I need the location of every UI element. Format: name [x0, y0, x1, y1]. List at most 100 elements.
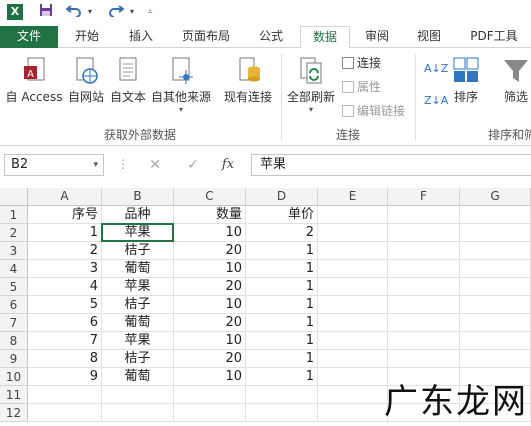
filter-button[interactable]: 筛选	[498, 56, 531, 105]
cell-a12[interactable]	[28, 404, 102, 422]
cell-e3[interactable]	[318, 242, 388, 260]
row-header-11[interactable]: 11	[0, 386, 28, 404]
cell-c9[interactable]: 20	[174, 350, 246, 368]
from-access-button[interactable]: A 自 Access	[4, 56, 64, 105]
column-header-a[interactable]: A	[28, 188, 102, 206]
undo-dropdown-icon[interactable]: ▾	[88, 5, 92, 19]
cell-c2[interactable]: 10	[174, 224, 246, 242]
cell-a8[interactable]: 7	[28, 332, 102, 350]
cell-f4[interactable]	[388, 260, 460, 278]
from-other-sources-button[interactable]: 自其他来源 ▾	[150, 56, 212, 114]
sort-az-button[interactable]: A↓Z	[424, 60, 448, 78]
tab-file[interactable]: 文件	[0, 26, 58, 48]
cell-d11[interactable]	[246, 386, 318, 404]
cell-b5[interactable]: 苹果	[102, 278, 174, 296]
cell-g2[interactable]	[460, 224, 531, 242]
cell-e1[interactable]	[318, 206, 388, 224]
cell-g6[interactable]	[460, 296, 531, 314]
column-header-d[interactable]: D	[246, 188, 318, 206]
sort-za-button[interactable]: Z↓A	[424, 92, 448, 110]
row-header-6[interactable]: 6	[0, 296, 28, 314]
cell-b6[interactable]: 桔子	[102, 296, 174, 314]
cell-g7[interactable]	[460, 314, 531, 332]
cell-e6[interactable]	[318, 296, 388, 314]
cell-a4[interactable]: 3	[28, 260, 102, 278]
cell-f3[interactable]	[388, 242, 460, 260]
cell-e12[interactable]	[318, 404, 388, 422]
cell-d10[interactable]: 1	[246, 368, 318, 386]
row-header-8[interactable]: 8	[0, 332, 28, 350]
cell-b1[interactable]: 品种	[102, 206, 174, 224]
tab-formulas[interactable]: 公式	[246, 26, 296, 48]
cell-e9[interactable]	[318, 350, 388, 368]
row-header-4[interactable]: 4	[0, 260, 28, 278]
column-header-g[interactable]: G	[460, 188, 531, 206]
cell-c7[interactable]: 20	[174, 314, 246, 332]
cell-e2[interactable]	[318, 224, 388, 242]
cell-b2[interactable]: 苹果	[102, 224, 174, 242]
formula-bar-handle-icon[interactable]: ⋮	[117, 157, 129, 171]
cell-e5[interactable]	[318, 278, 388, 296]
cancel-icon[interactable]: ✕	[145, 155, 165, 175]
cell-c3[interactable]: 20	[174, 242, 246, 260]
row-header-3[interactable]: 3	[0, 242, 28, 260]
cell-b10[interactable]: 葡萄	[102, 368, 174, 386]
tab-pdf-tools[interactable]: PDF工具	[460, 26, 528, 48]
cell-c11[interactable]	[174, 386, 246, 404]
tab-view[interactable]: 视图	[404, 26, 454, 48]
refresh-all-button[interactable]: 全部刷新 ▾	[285, 56, 337, 114]
cell-b8[interactable]: 苹果	[102, 332, 174, 350]
cell-c12[interactable]	[174, 404, 246, 422]
tab-home[interactable]: 开始	[62, 26, 112, 48]
tab-review[interactable]: 审阅	[354, 26, 400, 48]
cell-d5[interactable]: 1	[246, 278, 318, 296]
row-header-12[interactable]: 12	[0, 404, 28, 422]
cell-a3[interactable]: 2	[28, 242, 102, 260]
cell-f6[interactable]	[388, 296, 460, 314]
cell-f1[interactable]	[388, 206, 460, 224]
cell-b11[interactable]	[102, 386, 174, 404]
name-box[interactable]: B2 ▾	[4, 154, 104, 176]
cell-a11[interactable]	[28, 386, 102, 404]
cell-c6[interactable]: 10	[174, 296, 246, 314]
tab-insert[interactable]: 插入	[116, 26, 166, 48]
redo-dropdown-icon[interactable]: ▾	[130, 5, 134, 19]
tab-data[interactable]: 数据	[300, 26, 350, 49]
enter-icon[interactable]: ✓	[183, 155, 203, 175]
cell-g5[interactable]	[460, 278, 531, 296]
cell-g8[interactable]	[460, 332, 531, 350]
cell-c5[interactable]: 20	[174, 278, 246, 296]
cell-a7[interactable]: 6	[28, 314, 102, 332]
cell-d6[interactable]: 1	[246, 296, 318, 314]
row-header-5[interactable]: 5	[0, 278, 28, 296]
cell-b12[interactable]	[102, 404, 174, 422]
existing-connections-button[interactable]: 现有连接	[220, 56, 276, 105]
cell-a10[interactable]: 9	[28, 368, 102, 386]
cell-g3[interactable]	[460, 242, 531, 260]
column-header-c[interactable]: C	[174, 188, 246, 206]
row-header-7[interactable]: 7	[0, 314, 28, 332]
cell-f9[interactable]	[388, 350, 460, 368]
cell-d9[interactable]: 1	[246, 350, 318, 368]
cell-d3[interactable]: 1	[246, 242, 318, 260]
insert-function-icon[interactable]: fx	[218, 155, 238, 175]
row-header-2[interactable]: 2	[0, 224, 28, 242]
cell-a2[interactable]: 1	[28, 224, 102, 242]
cell-a5[interactable]: 4	[28, 278, 102, 296]
customize-icon[interactable]: ⩡	[148, 5, 153, 19]
cell-a1[interactable]: 序号	[28, 206, 102, 224]
cell-a9[interactable]: 8	[28, 350, 102, 368]
cell-b7[interactable]: 葡萄	[102, 314, 174, 332]
sort-button[interactable]: 排序	[450, 56, 482, 105]
cell-e11[interactable]	[318, 386, 388, 404]
cell-g9[interactable]	[460, 350, 531, 368]
cell-f5[interactable]	[388, 278, 460, 296]
cell-e8[interactable]	[318, 332, 388, 350]
name-box-dropdown-icon[interactable]: ▾	[93, 155, 98, 175]
connections-button[interactable]: 连接	[342, 54, 381, 72]
save-icon[interactable]	[36, 3, 56, 23]
cell-e7[interactable]	[318, 314, 388, 332]
cell-d12[interactable]	[246, 404, 318, 422]
cell-c1[interactable]: 数量	[174, 206, 246, 224]
undo-icon[interactable]	[64, 3, 84, 23]
